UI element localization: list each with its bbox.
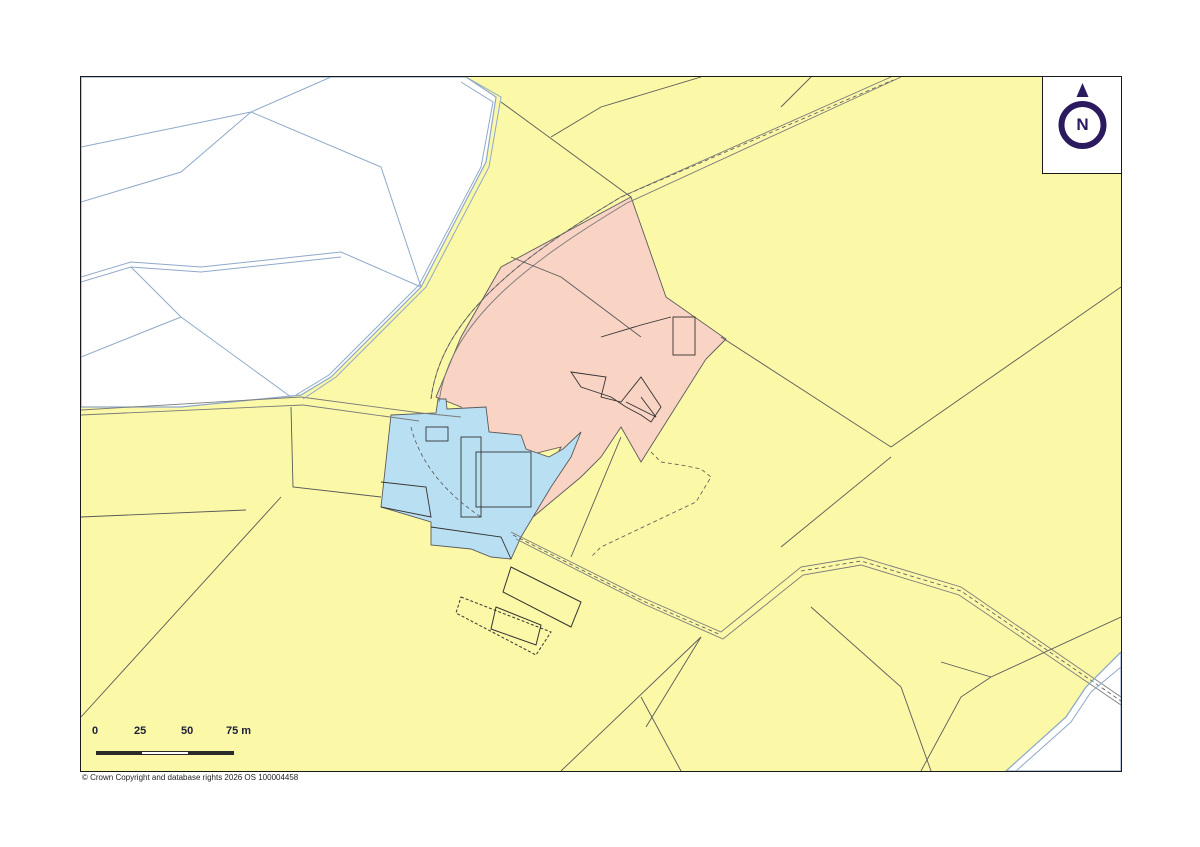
copyright-notice: © Crown Copyright and database rights 20… <box>82 773 299 782</box>
scale-segment-1 <box>96 751 142 755</box>
north-label: N <box>1076 115 1089 134</box>
map-frame[interactable]: N 0 25 50 75 m <box>80 76 1122 772</box>
scale-label-25: 25 <box>134 725 147 737</box>
map-canvas[interactable] <box>81 77 1121 771</box>
north-arrow-panel: N <box>1042 77 1121 174</box>
scale-label-75m: 75 m <box>226 725 252 737</box>
scale-label-50: 50 <box>181 725 194 737</box>
scale-segment-3 <box>188 751 234 755</box>
scale-bar: 0 25 50 75 m <box>91 725 261 761</box>
scale-label-0: 0 <box>92 725 99 737</box>
scale-segment-2 <box>142 751 188 755</box>
